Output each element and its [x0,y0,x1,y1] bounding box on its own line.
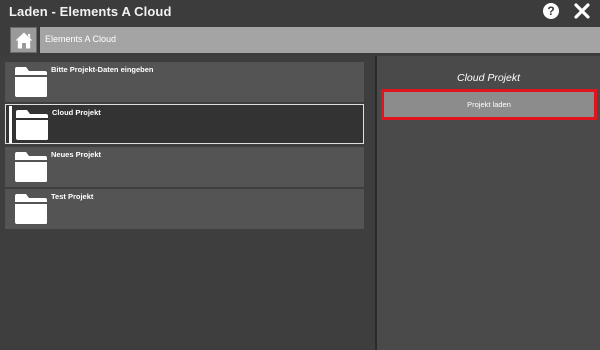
list-item[interactable]: Bitte Projekt-Daten eingeben [5,62,364,102]
folder-icon [15,194,47,224]
list-item[interactable]: Neues Projekt [5,147,364,187]
title-bar: Laden - Elements A Cloud ? [0,0,600,24]
list-item-label: Neues Projekt [51,150,102,159]
breadcrumb-path-field[interactable]: Elements A Cloud [40,27,600,53]
help-icon[interactable]: ? [543,3,559,19]
detail-title: Cloud Projekt [456,72,521,84]
list-item-label: Cloud Projekt [52,108,101,117]
list-item-label: Bitte Projekt-Daten eingeben [51,65,154,74]
project-list: Bitte Projekt-Daten eingeben Cloud Proje… [0,56,375,350]
home-icon [15,32,33,49]
window-title: Laden - Elements A Cloud [9,4,172,19]
folder-icon [15,152,47,182]
list-item[interactable]: Test Projekt [5,189,364,229]
detail-panel: Cloud Projekt Projekt laden [377,56,600,350]
breadcrumb: Elements A Cloud [0,24,600,56]
list-item-label: Test Projekt [51,192,94,201]
folder-icon [15,67,47,97]
home-button[interactable] [10,27,37,53]
selection-marker [9,106,12,143]
folder-icon [16,110,48,140]
load-project-button[interactable]: Projekt laden [381,89,597,120]
breadcrumb-path: Elements A Cloud [45,34,117,44]
load-project-button-label: Projekt laden [467,100,511,109]
list-item-selected[interactable]: Cloud Projekt [5,104,364,144]
close-icon[interactable] [572,1,592,21]
